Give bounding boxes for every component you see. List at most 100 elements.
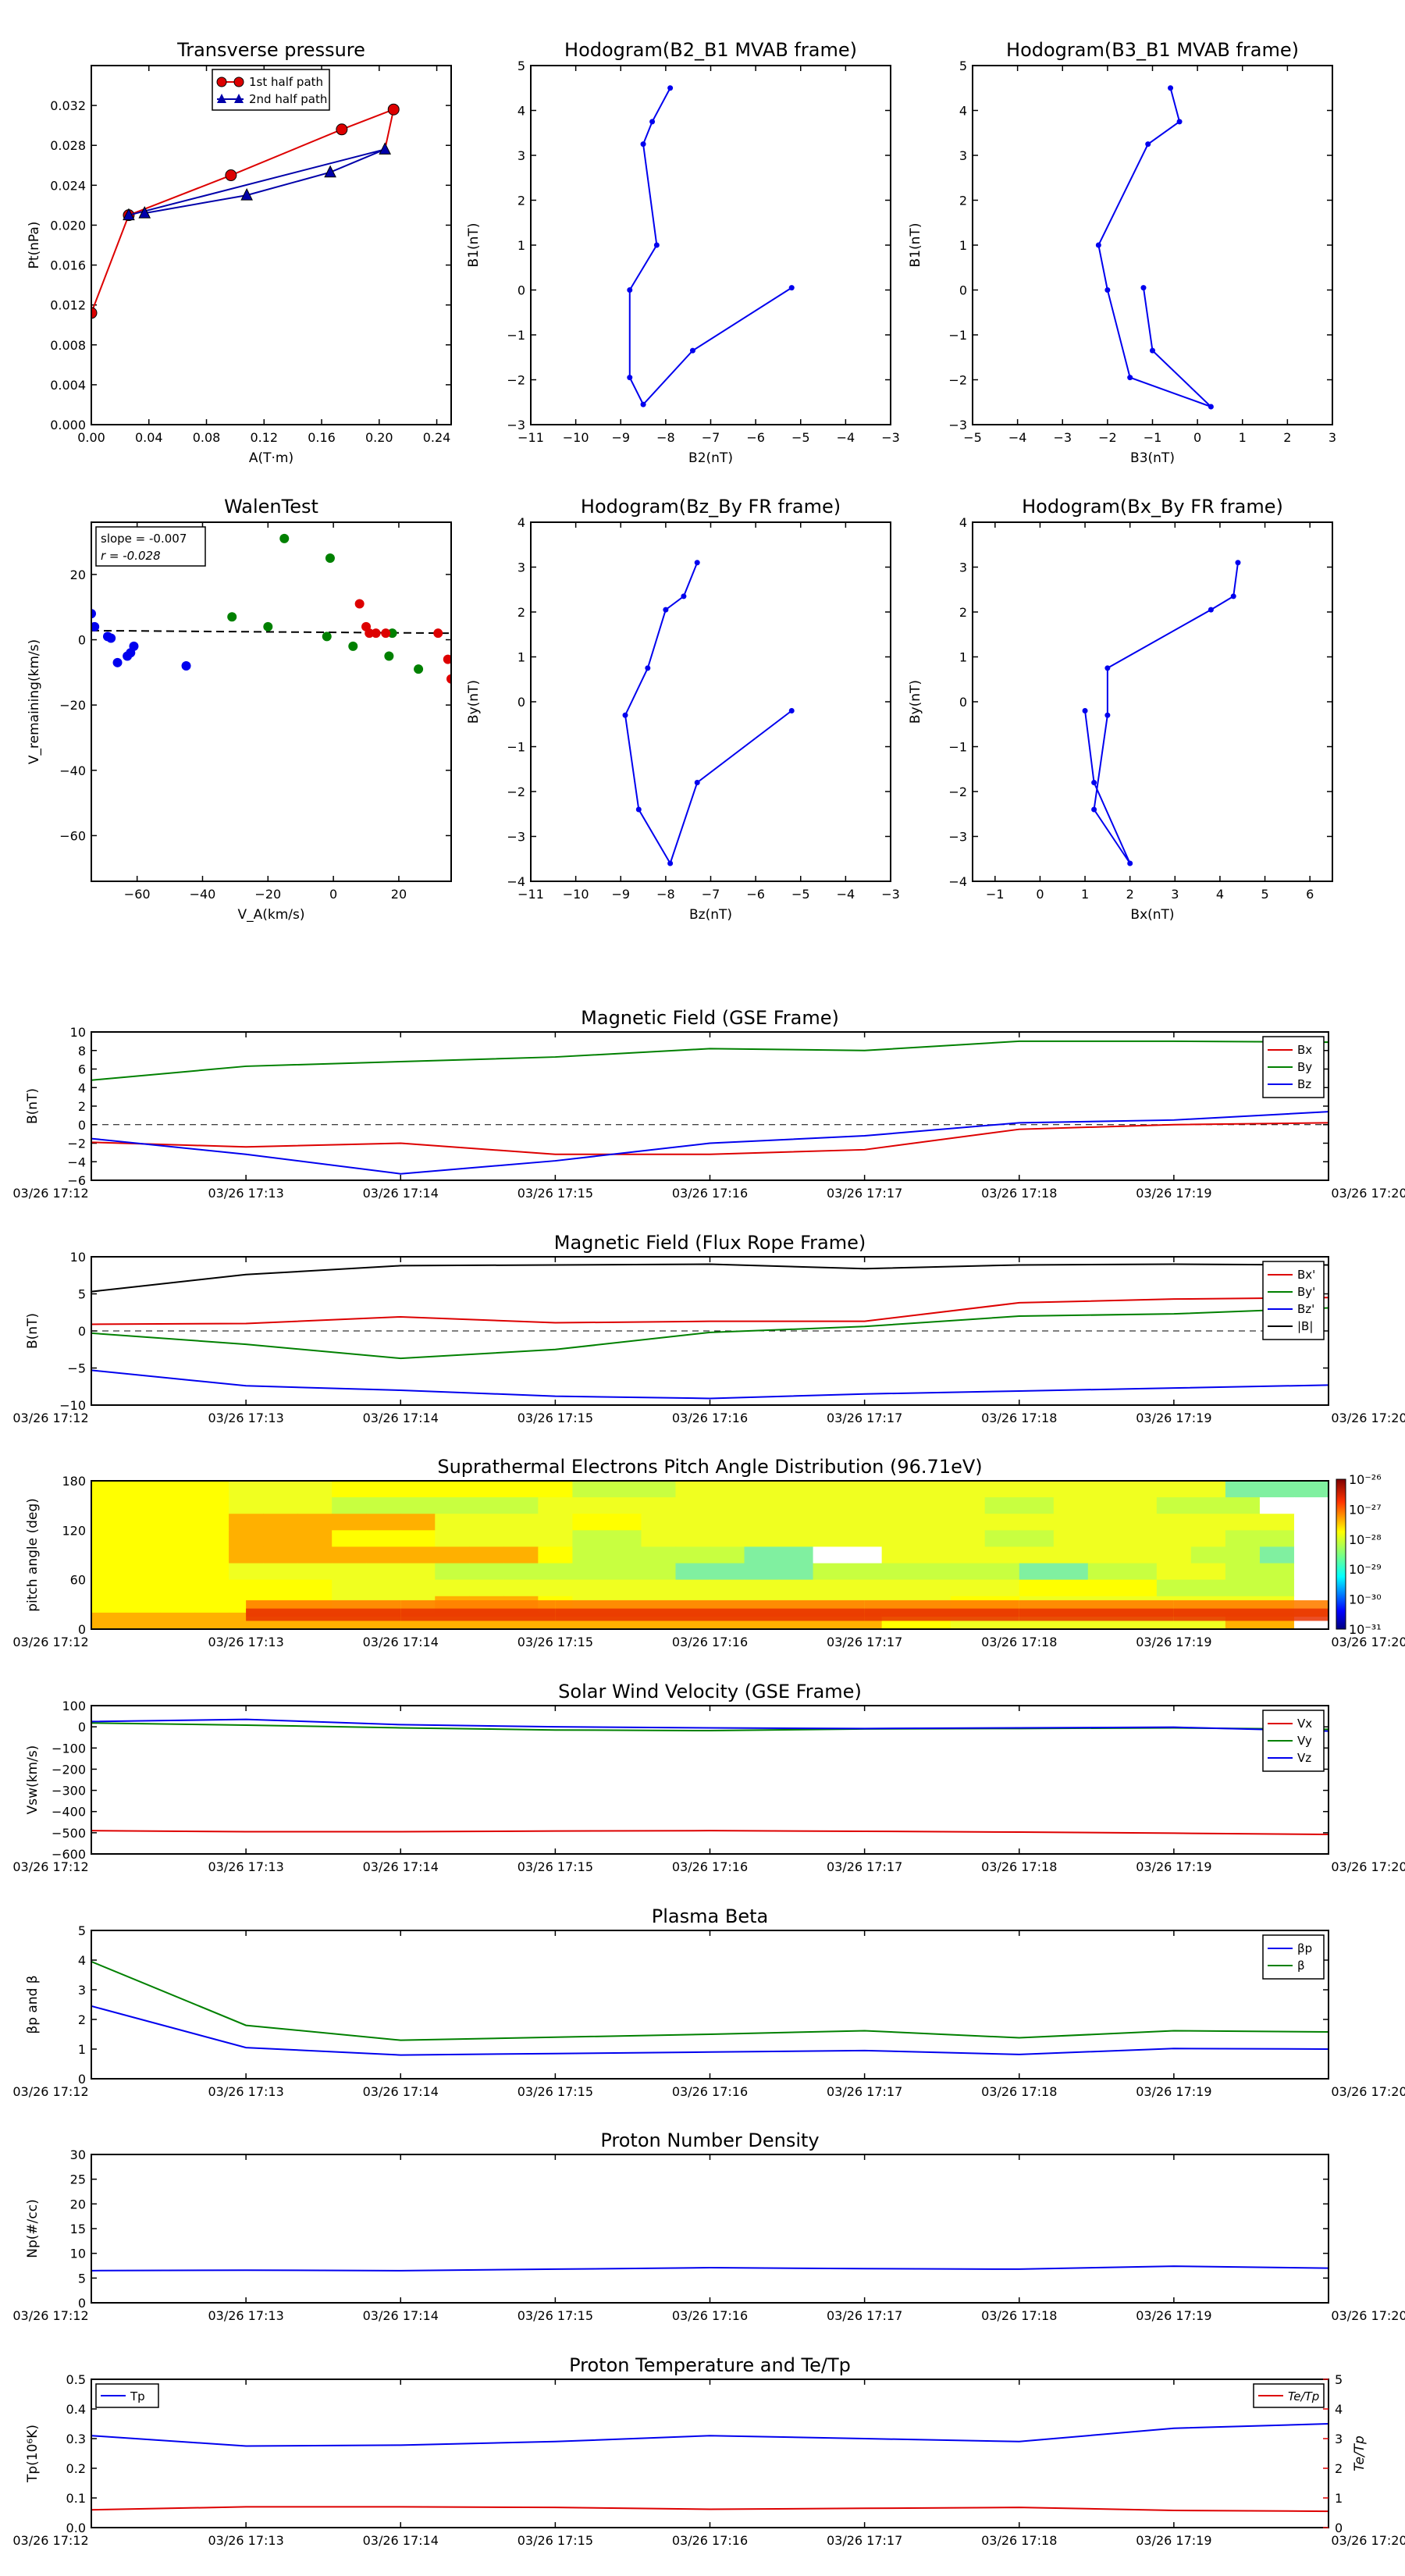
x-tick-label: −8 (656, 887, 675, 902)
time-tick-label: 03/26 17:15 (518, 2084, 593, 2099)
time-tick-label: 03/26 17:19 (1136, 1859, 1211, 1874)
time-tick-label: 03/26 17:20 (1331, 2308, 1405, 2323)
time-tick-label: 03/26 17:19 (1136, 2084, 1211, 2099)
y-tick-label: 5 (78, 1923, 86, 1938)
heatmap-cell (1259, 1563, 1295, 1581)
heatmap-cell (263, 1497, 298, 1514)
data-point (225, 169, 237, 182)
heatmap-cell (263, 1579, 298, 1597)
y-right-tick-label: 5 (1335, 2372, 1343, 2387)
data-point (649, 119, 656, 125)
heatmap-cell (641, 1579, 677, 1597)
heatmap-cell (847, 1530, 883, 1548)
heatmap-cell (572, 1579, 608, 1597)
y-tick-label: 4 (959, 104, 967, 119)
heatmap-cell (1156, 1497, 1192, 1514)
x-tick-label: −8 (656, 430, 675, 445)
y-axis-label: By(nT) (466, 680, 482, 724)
heatmap-cell (194, 1546, 229, 1564)
heatmap-cell (91, 1530, 126, 1548)
heatmap-cell (469, 1579, 504, 1597)
heatmap-cell (126, 1563, 161, 1581)
heatmap-cell (881, 1497, 917, 1514)
legend-label: Bx' (1297, 1268, 1315, 1282)
y-tick-label: 120 (62, 1523, 86, 1538)
time-tick-label: 03/26 17:19 (1136, 2308, 1211, 2323)
heatmap-cell (710, 1546, 745, 1564)
y-tick-label: −3 (507, 830, 525, 845)
heatmap-cell (744, 1497, 780, 1514)
series-line (91, 1263, 1329, 1293)
plot-frame (91, 2379, 1329, 2528)
y-tick-label: 4 (78, 1080, 86, 1095)
y-tick-label: 25 (70, 2172, 86, 2187)
heatmap-cell (400, 1530, 436, 1548)
heatmap-cell (263, 1530, 298, 1548)
y-axis-label: Tp(10⁶K) (25, 2425, 41, 2483)
data-point (1095, 242, 1101, 248)
colorbar-label: 10⁻³⁰ (1349, 1592, 1382, 1607)
x-axis-label: Bz(nT) (689, 907, 732, 923)
y-tick-label: 1 (78, 2042, 86, 2057)
heatmap-cell (194, 1530, 229, 1548)
heatmap-cell (366, 1530, 401, 1548)
y-tick-label: 3 (518, 148, 525, 163)
heatmap-cell (813, 1563, 848, 1581)
y-tick-label: 1 (518, 650, 525, 665)
heatmap-cell (881, 1514, 917, 1531)
heatmap-cell (332, 1579, 367, 1597)
legend-box (1262, 1934, 1325, 1980)
x-tick-label: −4 (837, 430, 855, 445)
heatmap-cell (881, 1530, 917, 1548)
heatmap-cell (572, 1514, 608, 1531)
data-point (681, 593, 687, 600)
heatmap-cell (847, 1514, 883, 1531)
y-tick-label: 5 (78, 2271, 86, 2286)
heatmap-cell (263, 1546, 298, 1564)
y-axis-label: Np(#/cc) (25, 2199, 41, 2258)
colorbar (1336, 1478, 1346, 1630)
heatmap-cell (469, 1497, 504, 1514)
heatmap-cell (950, 1579, 986, 1597)
data-point (1104, 712, 1111, 718)
plot-area (91, 1040, 1329, 1175)
y-axis-label: βp and β (25, 1975, 41, 2033)
y-axis-label: pitch angle (deg) (25, 1498, 41, 1612)
y-tick-label: 6 (78, 1062, 86, 1077)
x-tick-label: 0.24 (423, 430, 451, 445)
heatmap-cell (400, 1497, 436, 1514)
y-tick-label: 10 (70, 1025, 86, 1040)
y-tick-label: 4 (518, 515, 525, 530)
y-tick-label: 3 (959, 560, 967, 575)
y-axis-label: By(nT) (908, 680, 923, 724)
time-tick-label: 03/26 17:18 (981, 1635, 1057, 1649)
heatmap-cell (1293, 1563, 1329, 1581)
heatmap-cell (1190, 1563, 1226, 1581)
data-point (1082, 708, 1088, 713)
y-tick-label: −10 (59, 1398, 86, 1413)
heatmap-cell (984, 1514, 1020, 1531)
time-tick-label: 03/26 17:18 (981, 2533, 1057, 2548)
x-tick-label: 3 (1171, 887, 1179, 902)
time-tick-label: 03/26 17:15 (518, 2308, 593, 2323)
y-tick-label: 8 (78, 1044, 86, 1059)
data-point (788, 285, 795, 291)
heatmap-cell (1053, 1579, 1089, 1597)
heatmap-cell (91, 1579, 126, 1597)
heatmap-cell (126, 1530, 161, 1548)
time-tick-label: 03/26 17:14 (363, 1411, 439, 1425)
time-tick-label: 03/26 17:13 (208, 1635, 283, 1649)
data-point (1104, 665, 1111, 671)
y-tick-label: −500 (52, 1826, 86, 1841)
heatmap-cell (1225, 1530, 1261, 1548)
heatmap-cell (1190, 1579, 1226, 1597)
heatmap-cell (641, 1514, 677, 1531)
series-line (91, 1960, 1329, 2041)
y-tick-label: 0.2 (66, 2461, 86, 2476)
series-line (628, 87, 792, 406)
heatmap-cell (675, 1530, 711, 1548)
y-tick-label: 0 (959, 695, 967, 710)
heatmap-cell (641, 1546, 677, 1564)
legend-label: Bz' (1297, 1302, 1314, 1316)
time-tick-label: 03/26 17:20 (1331, 1859, 1405, 1874)
